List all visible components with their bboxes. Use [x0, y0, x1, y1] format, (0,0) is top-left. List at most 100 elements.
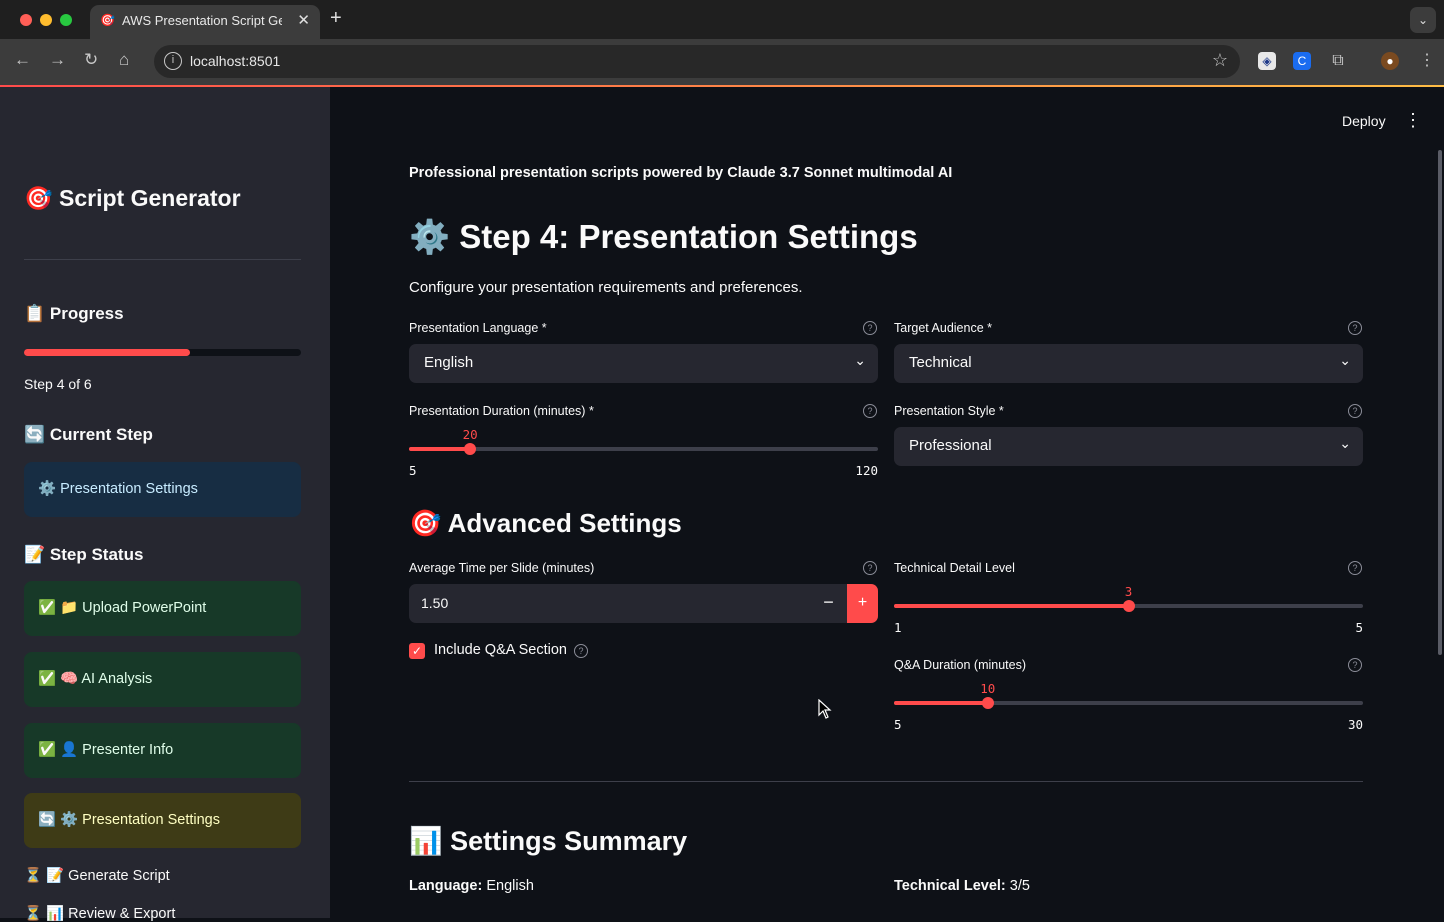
slider-fill	[894, 701, 988, 705]
page-title: ⚙️ Step 4: Presentation Settings	[409, 218, 918, 255]
style-help-icon[interactable]: ?	[1348, 404, 1362, 418]
avg-time-label: Average Time per Slide (minutes)	[409, 561, 595, 575]
progress-bar-fill	[24, 349, 191, 356]
extension-shield-icon[interactable]: ◈	[1258, 52, 1276, 70]
extension-c-icon[interactable]: C	[1293, 52, 1311, 70]
close-window-button[interactable]	[20, 14, 32, 26]
slider-fill	[409, 447, 471, 451]
bookmark-star-icon[interactable]: ☆	[1212, 50, 1228, 71]
increment-button[interactable]: +	[847, 584, 878, 623]
avg-time-value: 1.50	[421, 595, 449, 611]
style-select-value: Professional	[909, 437, 992, 454]
step-status-settings: 🔄 ⚙️ Presentation Settings	[24, 793, 301, 848]
tab-close-icon[interactable]: ✕	[297, 11, 310, 29]
qa-include-checkbox[interactable]: ✓	[409, 643, 425, 659]
main-menu-icon[interactable]: ⋮	[1404, 110, 1422, 131]
summary-tech-value: 3/5	[1009, 878, 1030, 894]
tech-level-slider[interactable]: 3 1 5	[894, 584, 1363, 638]
progress-bar	[24, 349, 301, 356]
sidebar: 🎯 Script Generator 📋 Progress Step 4 of …	[0, 87, 330, 922]
slider-current-value: 20	[462, 427, 478, 442]
mouse-cursor-icon	[818, 699, 832, 719]
summary-language-value: English	[486, 878, 534, 894]
reload-icon[interactable]: ↻	[84, 50, 98, 70]
avg-time-input[interactable]: 1.50 − +	[409, 584, 878, 623]
site-info-icon[interactable]: i	[164, 52, 182, 70]
slider-min-value: 5	[409, 463, 417, 478]
slider-min-value: 5	[894, 717, 902, 732]
language-select[interactable]: English ⌄	[409, 344, 878, 383]
audience-select-value: Technical	[909, 354, 972, 371]
slider-track	[409, 447, 878, 451]
progress-text: Step 4 of 6	[24, 376, 92, 392]
back-icon[interactable]: ←	[14, 50, 31, 70]
slider-min-value: 1	[894, 620, 902, 635]
browser-tab[interactable]: 🎯 AWS Presentation Script Gen ✕	[90, 5, 320, 39]
step-status-generate: ⏳ 📝 Generate Script	[24, 868, 170, 884]
settings-summary-heading: 📊 Settings Summary	[409, 826, 688, 856]
summary-tech-level: Technical Level: 3/5	[894, 878, 1030, 894]
slider-fill	[894, 604, 1129, 608]
decrement-button[interactable]: −	[813, 584, 844, 623]
progress-heading: 📋 Progress	[24, 304, 124, 323]
tab-title: AWS Presentation Script Gen	[122, 13, 282, 28]
summary-language: Language: English	[409, 878, 534, 894]
home-icon[interactable]: ⌂	[119, 50, 129, 70]
step-status-analysis: ✅ 🧠 AI Analysis	[24, 652, 301, 707]
profile-avatar[interactable]: ●	[1381, 52, 1399, 70]
slider-max-value: 30	[1347, 717, 1363, 732]
audience-label: Target Audience *	[894, 321, 992, 335]
slider-max-value: 5	[1355, 620, 1363, 635]
duration-help-icon[interactable]: ?	[863, 404, 877, 418]
qa-duration-label: Q&A Duration (minutes)	[894, 658, 1026, 672]
slider-thumb[interactable]	[981, 697, 994, 709]
tech-level-help-icon[interactable]: ?	[1348, 561, 1362, 575]
extensions-puzzle-icon[interactable]: ⧉	[1329, 52, 1347, 70]
qa-duration-slider[interactable]: 10 5 30	[894, 681, 1363, 735]
avg-time-help-icon[interactable]: ?	[863, 561, 877, 575]
page-description: Configure your presentation requirements…	[409, 279, 803, 296]
deploy-button[interactable]: Deploy	[1342, 113, 1386, 129]
main-scrollbar[interactable]	[1438, 150, 1442, 655]
slider-current-value: 3	[1124, 584, 1133, 599]
step-status-heading: 📝 Step Status	[24, 545, 144, 564]
tech-level-label: Technical Detail Level	[894, 561, 1015, 575]
qa-duration-help-icon[interactable]: ?	[1348, 658, 1362, 672]
current-step-heading: 🔄 Current Step	[24, 425, 153, 444]
language-help-icon[interactable]: ?	[863, 321, 877, 335]
forward-icon[interactable]: →	[49, 50, 66, 70]
section-divider	[409, 781, 1363, 782]
browser-menu-icon[interactable]: ⋮	[1418, 52, 1436, 70]
qa-include-help-icon[interactable]: ?	[574, 644, 588, 658]
chevron-down-icon: ⌄	[854, 352, 866, 368]
audience-select[interactable]: Technical ⌄	[894, 344, 1363, 383]
current-step-box: ⚙️ Presentation Settings	[24, 462, 301, 517]
chevron-down-icon: ⌄	[1339, 352, 1351, 368]
address-bar[interactable]: i localhost:8501 ☆	[154, 45, 1240, 78]
browser-tab-bar: 🎯 AWS Presentation Script Gen ✕ + ⌄	[0, 0, 1444, 39]
tab-favicon-icon: 🎯	[100, 13, 115, 27]
step-status-presenter: ✅ 👤 Presenter Info	[24, 723, 301, 778]
url-text: localhost:8501	[190, 53, 281, 69]
language-select-value: English	[424, 354, 474, 371]
style-label: Presentation Style *	[894, 404, 1004, 418]
audience-help-icon[interactable]: ?	[1348, 321, 1362, 335]
chevron-down-icon: ⌄	[1339, 435, 1351, 451]
browser-toolbar: ← → ↻ ⌂ i localhost:8501 ☆ ◈ C ⧉ ● ⋮	[0, 39, 1444, 85]
duration-slider[interactable]: 20 5 120	[409, 427, 878, 481]
sidebar-divider	[24, 259, 301, 260]
step-status-upload: ✅ 📁 Upload PowerPoint	[24, 581, 301, 636]
slider-thumb[interactable]	[1122, 600, 1135, 612]
step-status-review: ⏳ 📊 Review & Export	[24, 906, 176, 922]
tab-search-icon[interactable]: ⌄	[1410, 7, 1436, 33]
advanced-settings-heading: 🎯 Advanced Settings	[409, 508, 682, 538]
slider-thumb[interactable]	[464, 443, 477, 455]
sidebar-title: 🎯 Script Generator	[24, 185, 241, 211]
style-select[interactable]: Professional ⌄	[894, 427, 1363, 466]
summary-language-key: Language:	[409, 878, 483, 894]
minimize-window-button[interactable]	[40, 14, 52, 26]
language-label: Presentation Language *	[409, 321, 547, 335]
maximize-window-button[interactable]	[60, 14, 72, 26]
new-tab-button[interactable]: +	[330, 7, 342, 30]
qa-include-label[interactable]: Include Q&A Section	[434, 642, 567, 658]
